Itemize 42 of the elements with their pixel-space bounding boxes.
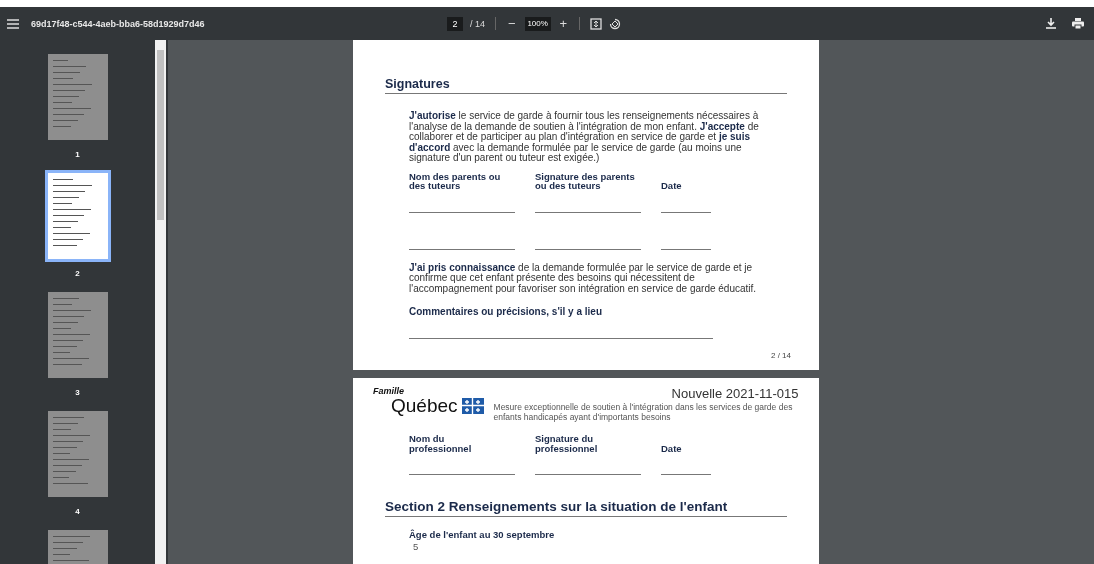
section-heading: Section 2 Renseignements sur la situation de l'enfant bbox=[385, 499, 787, 517]
consent-paragraph: J'autorise le service de garde à fournir tous les renseignements nécessaires à l'analyse de la demande de soutien à l'intégration de mon enfant. J'accepte de collaborer et de participer au plan d'intégration en service de garde et je suis d'accord avec la demande formulée par le service de garde (au moins une signature d'un parent ou tuteur est exigée.) bbox=[409, 111, 760, 164]
menu-icon[interactable] bbox=[7, 18, 19, 29]
page-thumbnail[interactable] bbox=[47, 411, 108, 497]
scrollbar[interactable] bbox=[155, 40, 166, 564]
page-count: / 14 bbox=[470, 18, 485, 29]
notice-number: Nouvelle 2021-11-015 bbox=[671, 386, 799, 401]
zoom-out-button[interactable]: − bbox=[506, 17, 518, 30]
document-title: 69d17f48-c544-4aeb-bba6-58d1929d7d46 bbox=[31, 18, 205, 29]
page-number: 2 / 14 bbox=[771, 351, 791, 360]
column-label: Signature des parents ou des tuteurs bbox=[535, 171, 635, 191]
comments-label: Commentaires ou précisions, s'il y a lieu bbox=[409, 306, 603, 317]
field-label: Âge de l'enfant au 30 septembre bbox=[409, 529, 556, 540]
page-label: 3 bbox=[75, 388, 80, 397]
page-label: 2 bbox=[75, 269, 80, 278]
flag-icon bbox=[461, 397, 484, 414]
page-number-field[interactable]: 2 bbox=[447, 16, 463, 31]
field-value: 5 bbox=[413, 541, 420, 552]
column-label: Nom des parents ou des tuteurs bbox=[409, 171, 502, 191]
column-label: Date bbox=[661, 181, 683, 191]
column-label: Date bbox=[661, 443, 683, 453]
section-heading: Signatures bbox=[385, 77, 787, 94]
acknowledgement-paragraph: J'ai pris connaissance de la demande formulée par le service de garde et je confirme que cet enfant présente des besoins qui nécessitent de l'accompagnement pour favoriser son intégration en service de garde éducatif. bbox=[409, 262, 758, 294]
download-icon[interactable] bbox=[1046, 18, 1056, 29]
document-subtitle: Mesure exceptionnelle de soutien à l'intégration dans les services de garde des enfants handicapés ayant d'importants besoins bbox=[493, 403, 794, 422]
page-thumbnail[interactable] bbox=[47, 54, 108, 140]
page-label: 1 bbox=[75, 150, 80, 159]
column-label: Signature du professionnel bbox=[535, 434, 599, 453]
page-label: 4 bbox=[75, 507, 80, 516]
zoom-field[interactable]: 100% bbox=[524, 16, 551, 31]
print-icon[interactable] bbox=[1072, 18, 1084, 29]
logo-text: Québec bbox=[391, 396, 458, 415]
signature-line bbox=[661, 211, 711, 213]
page-thumbnail[interactable] bbox=[47, 173, 108, 259]
fit-page-icon[interactable] bbox=[590, 17, 603, 30]
signature-line bbox=[661, 248, 711, 250]
column-label: Nom du professionnel bbox=[409, 434, 473, 453]
signature-line bbox=[661, 474, 711, 475]
page-thumbnail[interactable] bbox=[47, 292, 108, 378]
zoom-in-button[interactable]: + bbox=[557, 17, 570, 30]
rotate-icon[interactable] bbox=[609, 17, 622, 30]
logo-text: Famille bbox=[373, 386, 405, 396]
